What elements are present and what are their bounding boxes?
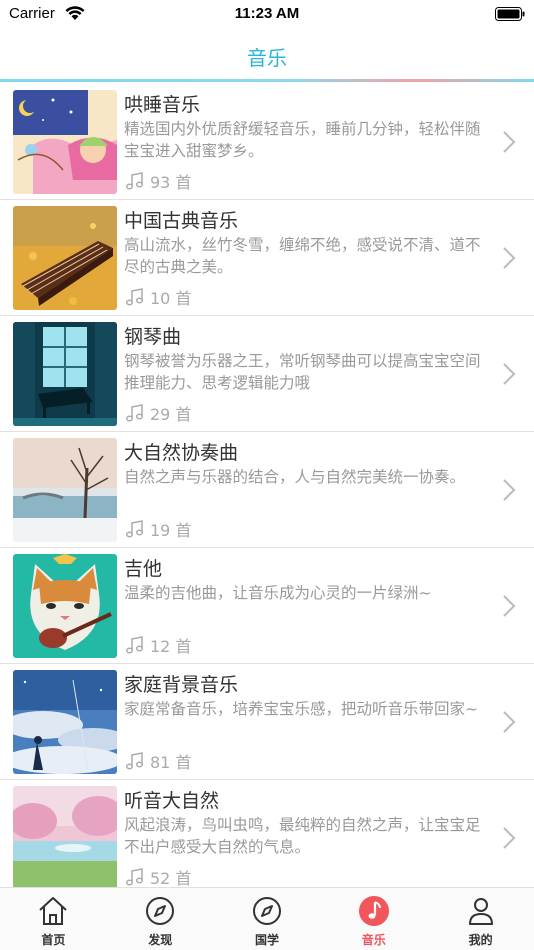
person-icon: [468, 898, 493, 925]
blossom-landscape-thumbnail: [13, 786, 117, 887]
item-description: 钢琴被誉为乐器之王，常听钢琴曲可以提高宝宝空间推理能力、思考逻辑能力哦: [124, 352, 481, 392]
nav-divider: [0, 79, 534, 82]
tab-label: 音乐: [361, 933, 386, 947]
music-category-list[interactable]: 哄睡音乐 精选国内外优质舒缓轻音乐，睡前几分钟，轻松伴随宝宝进入甜蜜梦乡。 93…: [0, 84, 534, 887]
item-title: 钢琴曲: [124, 326, 182, 348]
tab-label: 国学: [254, 933, 279, 947]
list-item[interactable]: 大自然协奏曲 自然之声与乐器的结合，人与自然完美统一协奏。 19 首: [0, 432, 534, 548]
chevron-right-icon: [503, 247, 516, 269]
tab-label: 首页: [41, 933, 66, 947]
item-title: 家庭背景音乐: [124, 674, 239, 696]
item-song-count: 10 首: [124, 285, 191, 309]
item-title: 大自然协奏曲: [124, 442, 239, 464]
music-note-icon: [125, 752, 144, 770]
item-description: 风起浪涛，鸟叫虫鸣，最纯粹的自然之声，让宝宝足不出户感受大自然的气息。: [124, 816, 481, 856]
page-title: 音乐: [247, 46, 287, 70]
tab-bar: 首页 发现 国学 音乐 我的: [0, 887, 534, 950]
item-description: 家庭常备音乐，培养宝宝乐感，把动听音乐带回家~: [124, 700, 478, 718]
music-note-icon: [125, 404, 144, 422]
tab-label: 发现: [148, 933, 173, 947]
item-description: 精选国内外优质舒缓轻音乐，睡前几分钟，轻松伴随宝宝进入甜蜜梦乡。: [124, 120, 481, 160]
tab-discover[interactable]: 发现: [107, 888, 214, 950]
tab-home[interactable]: 首页: [0, 888, 107, 950]
music-note-icon: [125, 520, 144, 538]
music-note-icon: [125, 288, 144, 306]
song-count-label: 29 首: [150, 405, 192, 424]
item-song-count: 12 首: [124, 633, 191, 657]
piano-thumbnail: [13, 322, 117, 426]
item-description: 温柔的吉他曲，让音乐成为心灵的一片绿洲~: [124, 584, 432, 602]
compass-icon: [146, 897, 175, 925]
list-item[interactable]: 吉他 温柔的吉他曲，让音乐成为心灵的一片绿洲~ 12 首: [0, 548, 534, 664]
chevron-right-icon: [503, 595, 516, 617]
tab-guoxue[interactable]: 国学: [214, 888, 321, 950]
tab-profile[interactable]: 我的: [427, 888, 534, 950]
item-song-count: 93 首: [124, 169, 191, 193]
chevron-right-icon: [503, 711, 516, 733]
song-count-label: 52 首: [150, 869, 192, 887]
chevron-right-icon: [503, 479, 516, 501]
song-count-label: 81 首: [150, 753, 192, 772]
music-note-icon: [125, 172, 144, 190]
status-bar: Carrier 11:23 AM: [0, 0, 534, 28]
song-count-label: 19 首: [150, 521, 192, 540]
list-item[interactable]: 中国古典音乐 高山流水，丝竹冬雪，缠绵不绝，感受说不清、道不尽的古典之美。 10…: [0, 200, 534, 316]
item-title: 哄睡音乐: [124, 94, 201, 116]
song-count-label: 93 首: [150, 173, 192, 192]
item-song-count: 81 首: [124, 749, 191, 773]
music-note-icon: [125, 636, 144, 654]
compass-icon: [252, 897, 281, 925]
item-song-count: 19 首: [124, 517, 191, 541]
item-song-count: 29 首: [124, 401, 191, 425]
item-description: 高山流水，丝竹冬雪，缠绵不绝，感受说不清、道不尽的古典之美。: [124, 236, 481, 276]
tab-music[interactable]: 音乐: [320, 888, 427, 950]
sleeping-girl-thumbnail: [13, 90, 117, 194]
list-item[interactable]: 钢琴曲 钢琴被誉为乐器之王，常听钢琴曲可以提高宝宝空间推理能力、思考逻辑能力哦 …: [0, 316, 534, 432]
item-song-count: 52 首: [124, 865, 191, 887]
item-description: 自然之声与乐器的结合，人与自然完美统一协奏。: [124, 468, 466, 486]
item-title: 听音大自然: [124, 790, 220, 812]
battery-icon: [495, 7, 525, 21]
tab-label: 我的: [468, 933, 493, 947]
clock: 11:23 AM: [234, 5, 300, 22]
guzheng-thumbnail: [13, 206, 117, 310]
chevron-right-icon: [503, 827, 516, 849]
music-note-icon: [358, 896, 389, 926]
list-item[interactable]: 家庭背景音乐 家庭常备音乐，培养宝宝乐感，把动听音乐带回家~ 81 首: [0, 664, 534, 780]
song-count-label: 10 首: [150, 289, 192, 308]
chevron-right-icon: [503, 131, 516, 153]
sky-scene-thumbnail: [13, 670, 117, 774]
item-title: 吉他: [124, 558, 163, 580]
song-count-label: 12 首: [150, 637, 192, 656]
winter-tree-thumbnail: [13, 438, 117, 542]
chevron-right-icon: [503, 363, 516, 385]
navigation-bar: 音乐: [0, 28, 534, 80]
item-title: 中国古典音乐: [124, 210, 239, 232]
list-item[interactable]: 听音大自然 风起浪涛，鸟叫虫鸣，最纯粹的自然之声，让宝宝足不出户感受大自然的气息…: [0, 780, 534, 887]
cat-guitar-thumbnail: [13, 554, 117, 658]
list-item[interactable]: 哄睡音乐 精选国内外优质舒缓轻音乐，睡前几分钟，轻松伴随宝宝进入甜蜜梦乡。 93…: [0, 84, 534, 200]
home-icon: [39, 897, 68, 925]
music-note-icon: [125, 868, 144, 886]
